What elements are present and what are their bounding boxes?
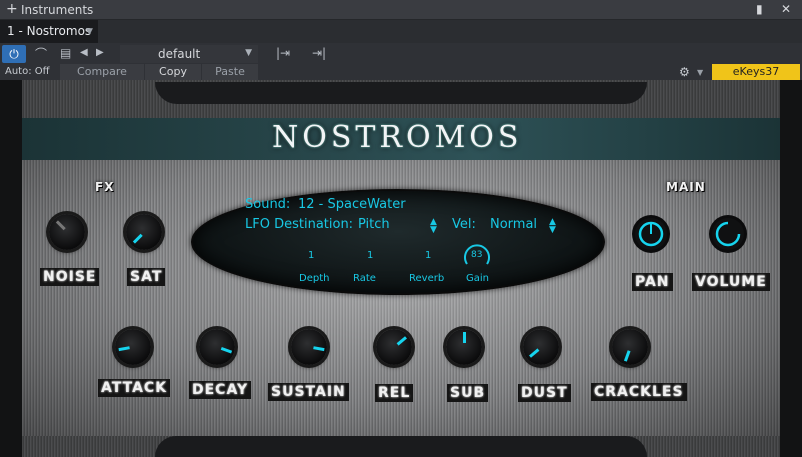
tab-dropdown-icon[interactable]: ▼ <box>86 27 93 37</box>
vel-label: Vel: <box>452 217 476 232</box>
top-grille <box>155 82 647 104</box>
lfo-updown-icon[interactable]: ▲ ▼ <box>430 218 437 235</box>
volume-knob[interactable] <box>712 218 744 250</box>
volume-arc <box>715 221 741 247</box>
keyboard-select[interactable]: eKeys37 <box>712 64 800 80</box>
release-label: REL <box>375 384 414 402</box>
decay-knob[interactable] <box>199 329 235 365</box>
paste-button[interactable]: Paste <box>202 64 258 80</box>
vel-value[interactable]: Normal <box>490 217 537 232</box>
dust-label: DUST <box>518 384 571 402</box>
main-label: MAIN <box>666 180 706 194</box>
sat-knob[interactable] <box>126 214 162 250</box>
noise-knob[interactable] <box>49 214 85 250</box>
power-button[interactable]: ⏻ <box>2 45 26 63</box>
sat-label: SAT <box>127 268 166 286</box>
lfo-value[interactable]: Pitch <box>358 217 390 232</box>
plugin-toolbar: ⏻ ⌒ Auto: Off ▤ ◀ ▶ default ▼ |⇥ ⇥| Compa… <box>0 43 802 80</box>
depth-knob[interactable]: 1 <box>308 250 314 261</box>
chevron-down-icon: ▼ <box>245 48 252 58</box>
noise-label: NOISE <box>40 268 100 286</box>
preset-select[interactable]: default ▼ <box>120 45 258 63</box>
sustain-knob[interactable] <box>291 329 327 365</box>
tab-instrument[interactable]: 1 - Nostromos <box>0 20 98 43</box>
reverb-label: Reverb <box>409 273 445 284</box>
crackles-label: CRACKLES <box>591 383 687 401</box>
window-title: Instruments <box>21 3 94 17</box>
depth-label: Depth <box>299 273 330 284</box>
pan-label: PAN <box>632 273 673 291</box>
plugin-logo: NOSTROMOS <box>272 120 523 155</box>
bottom-grille <box>155 436 647 457</box>
pin-icon[interactable]: ▮ <box>756 2 763 16</box>
rate-label: Rate <box>353 273 376 284</box>
save-preset-icon[interactable]: ⇥| <box>312 46 326 60</box>
preset-file-icon[interactable]: ▤ <box>60 46 71 60</box>
pan-arc <box>638 221 664 247</box>
pan-knob[interactable] <box>635 218 667 250</box>
gain-label: Gain <box>466 273 489 284</box>
attack-label: ATTACK <box>98 379 171 397</box>
sound-label: Sound: <box>245 197 291 212</box>
sub-label: SUB <box>447 384 489 402</box>
automation-label[interactable]: Auto: Off <box>5 66 50 77</box>
gear-icon[interactable]: ⚙ <box>679 65 690 79</box>
reverb-knob[interactable]: 1 <box>425 250 431 261</box>
frame-right <box>780 80 802 457</box>
copy-button[interactable]: Copy <box>145 64 201 80</box>
decay-label: DECAY <box>189 381 252 399</box>
vel-updown-icon[interactable]: ▲ ▼ <box>549 218 556 235</box>
gain-value: 83 <box>471 250 483 260</box>
settings-dropdown-icon[interactable]: ▼ <box>697 68 703 77</box>
crackles-knob[interactable] <box>612 329 648 365</box>
prev-preset-icon[interactable]: ◀ <box>80 47 88 58</box>
window-titlebar: + Instruments ▮ ✕ <box>0 0 802 20</box>
release-knob[interactable] <box>376 329 412 365</box>
compare-button[interactable]: Compare <box>60 64 144 80</box>
fx-label: FX <box>95 180 115 194</box>
close-icon[interactable]: ✕ <box>781 2 791 16</box>
rate-knob[interactable]: 1 <box>367 250 373 261</box>
add-icon[interactable]: + <box>6 1 18 17</box>
volume-label: VOLUME <box>692 273 770 291</box>
load-preset-icon[interactable]: |⇥ <box>276 46 290 60</box>
sustain-label: SUSTAIN <box>268 383 349 401</box>
attack-knob[interactable] <box>115 329 151 365</box>
frame-left <box>0 80 22 457</box>
automation-icon[interactable]: ⌒ <box>30 45 52 63</box>
dust-knob[interactable] <box>523 329 559 365</box>
sound-value[interactable]: 12 - SpaceWater <box>298 197 406 212</box>
sub-knob[interactable] <box>446 329 482 365</box>
gain-knob[interactable]: 83 <box>462 242 492 270</box>
tab-row: 1 - Nostromos <box>0 20 802 43</box>
lfo-label: LFO Destination: <box>245 217 354 232</box>
next-preset-icon[interactable]: ▶ <box>96 47 104 58</box>
